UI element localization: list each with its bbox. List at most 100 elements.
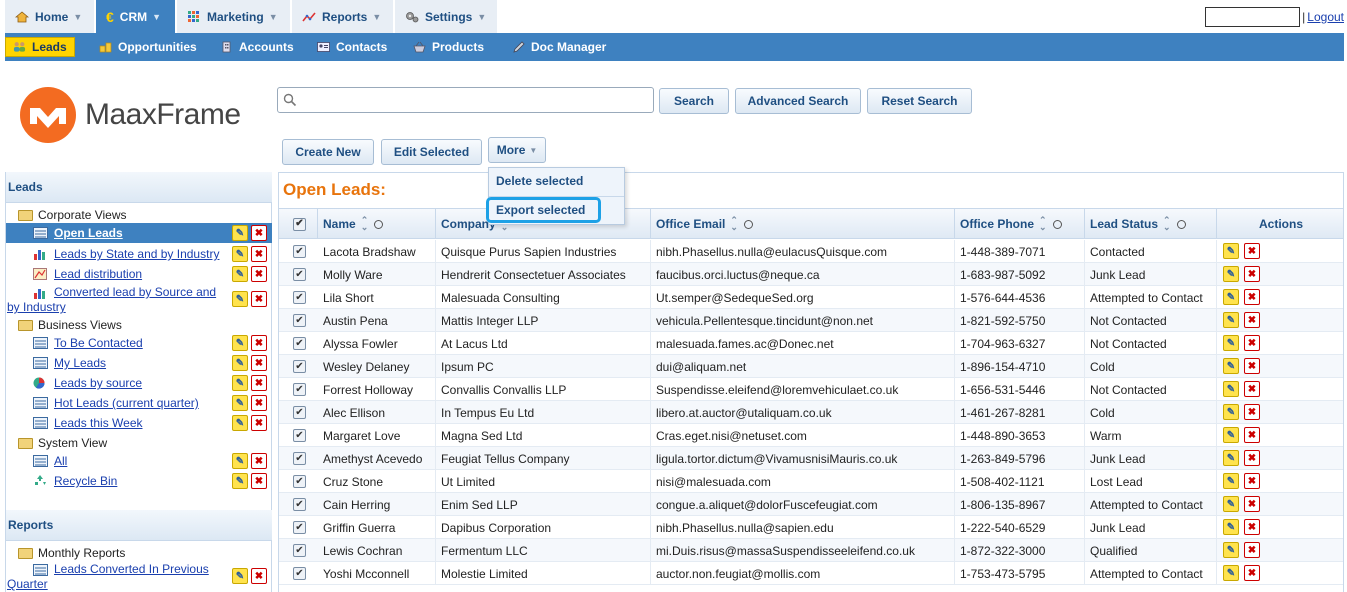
edit-icon[interactable]: ✎ xyxy=(1223,266,1239,282)
select-all-checkbox[interactable]: ✔ xyxy=(293,217,306,231)
edit-icon[interactable]: ✎ xyxy=(1223,381,1239,397)
sidebar-item-label[interactable]: My Leads xyxy=(54,356,106,370)
delete-icon[interactable]: ✖ xyxy=(1244,243,1260,259)
edit-icon[interactable]: ✎ xyxy=(232,473,248,489)
edit-icon[interactable]: ✎ xyxy=(1223,519,1239,535)
delete-icon[interactable]: ✖ xyxy=(1244,427,1260,443)
filter-search-icon[interactable] xyxy=(374,219,384,229)
row-checkbox[interactable]: ✔ xyxy=(293,337,306,350)
logout-link[interactable]: Logout xyxy=(1307,10,1344,24)
delete-icon[interactable]: ✖ xyxy=(1244,381,1260,397)
edit-icon[interactable]: ✎ xyxy=(232,335,248,351)
delete-icon[interactable]: ✖ xyxy=(251,266,267,282)
subnav-products[interactable]: Products xyxy=(406,37,491,57)
tab-marketing[interactable]: Marketing ▼ xyxy=(177,0,291,33)
sidebar-item-leads-this-week[interactable]: Leads this Week ✎ ✖ xyxy=(6,413,272,433)
edit-icon[interactable]: ✎ xyxy=(232,266,248,282)
row-checkbox[interactable]: ✔ xyxy=(293,498,306,511)
tab-settings[interactable]: Settings ▼ xyxy=(395,0,498,33)
sort-icon[interactable]: ⌃⌄ xyxy=(1163,216,1171,232)
row-checkbox[interactable]: ✔ xyxy=(293,521,306,534)
row-checkbox[interactable]: ✔ xyxy=(293,452,306,465)
table-row[interactable]: ✔ Forrest Holloway Convallis Convallis LLP… xyxy=(279,378,1343,401)
delete-icon[interactable]: ✖ xyxy=(251,473,267,489)
create-new-button[interactable]: Create New xyxy=(282,139,374,165)
tab-home[interactable]: Home ▼ xyxy=(5,0,95,33)
filter-search-icon[interactable] xyxy=(743,219,753,229)
row-checkbox[interactable]: ✔ xyxy=(293,314,306,327)
user-box[interactable] xyxy=(1205,7,1301,27)
row-checkbox[interactable]: ✔ xyxy=(293,360,306,373)
subnav-accounts[interactable]: Accounts xyxy=(213,37,301,57)
table-row[interactable]: ✔ Wesley Delaney Ipsum PC dui@aliquam.net 1-… xyxy=(279,355,1343,378)
table-row[interactable]: ✔ Lacota Bradshaw Quisque Purus Sapien Ind… xyxy=(279,240,1343,263)
delete-icon[interactable]: ✖ xyxy=(1244,358,1260,374)
edit-icon[interactable]: ✎ xyxy=(232,395,248,411)
sort-icon[interactable]: ⌃⌄ xyxy=(1039,216,1047,232)
delete-icon[interactable]: ✖ xyxy=(1244,266,1260,282)
edit-icon[interactable]: ✎ xyxy=(232,291,248,307)
row-checkbox[interactable]: ✔ xyxy=(293,383,306,396)
edit-icon[interactable]: ✎ xyxy=(1223,404,1239,420)
folder-monthly-reports[interactable]: Monthly Reports xyxy=(18,546,125,560)
edit-icon[interactable]: ✎ xyxy=(1223,427,1239,443)
sidebar-item-to-be-contacted[interactable]: To Be Contacted ✎ ✖ xyxy=(6,333,272,353)
table-row[interactable]: ✔ Austin Pena Mattis Integer LLP vehicula.P… xyxy=(279,309,1343,332)
sidebar-item-label[interactable]: Open Leads xyxy=(54,226,123,240)
row-checkbox[interactable]: ✔ xyxy=(293,406,306,419)
delete-icon[interactable]: ✖ xyxy=(251,375,267,391)
reset-search-button[interactable]: Reset Search xyxy=(867,88,972,114)
subnav-leads[interactable]: Leads xyxy=(5,37,75,57)
table-row[interactable]: ✔ Alec Ellison In Tempus Eu Ltd libero.at.a… xyxy=(279,401,1343,424)
sidebar-item-lead-distribution[interactable]: Lead distribution ✎ ✖ xyxy=(6,264,272,284)
filter-search-icon[interactable] xyxy=(1176,219,1186,229)
delete-icon[interactable]: ✖ xyxy=(1244,450,1260,466)
edit-icon[interactable]: ✎ xyxy=(232,355,248,371)
sidebar-item-label[interactable]: Leads by State and by Industry xyxy=(54,247,219,261)
edit-icon[interactable]: ✎ xyxy=(232,375,248,391)
table-row[interactable]: ✔ Cain Herring Enim Sed LLP congue.a.alique… xyxy=(279,493,1343,516)
column-header-phone[interactable]: Office Phone ⌃ ⌄ xyxy=(955,209,1085,239)
sidebar-item-label[interactable]: Leads by source xyxy=(54,376,142,390)
edit-icon[interactable]: ✎ xyxy=(1223,496,1239,512)
sidebar-item-leads-converted[interactable]: Leads Converted In Previous Quarter ✎ ✖ xyxy=(6,562,272,592)
delete-icon[interactable]: ✖ xyxy=(1244,496,1260,512)
edit-selected-button[interactable]: Edit Selected xyxy=(381,139,482,165)
row-checkbox[interactable]: ✔ xyxy=(293,245,306,258)
sidebar-item-label[interactable]: Lead distribution xyxy=(54,267,142,281)
edit-icon[interactable]: ✎ xyxy=(1223,335,1239,351)
sidebar-item-converted-lead[interactable]: Converted lead by Source and by Industry… xyxy=(6,285,272,317)
delete-icon[interactable]: ✖ xyxy=(1244,289,1260,305)
edit-icon[interactable]: ✎ xyxy=(1223,565,1239,581)
edit-icon[interactable]: ✎ xyxy=(1223,542,1239,558)
row-checkbox[interactable]: ✔ xyxy=(293,268,306,281)
sidebar-item-label[interactable]: Leads Converted In Previous Quarter xyxy=(7,562,225,592)
delete-icon[interactable]: ✖ xyxy=(1244,542,1260,558)
delete-icon[interactable]: ✖ xyxy=(251,291,267,307)
delete-icon[interactable]: ✖ xyxy=(251,355,267,371)
edit-icon[interactable]: ✎ xyxy=(1223,450,1239,466)
table-row[interactable]: ✔ Molly Ware Hendrerit Consectetuer Associ… xyxy=(279,263,1343,286)
table-row[interactable]: ✔ Cruz Stone Ut Limited nisi@malesuada.com 1… xyxy=(279,470,1343,493)
edit-icon[interactable]: ✎ xyxy=(1223,358,1239,374)
table-row[interactable]: ✔ Lila Short Malesuada Consulting Ut.semper… xyxy=(279,286,1343,309)
sidebar-item-label[interactable]: Hot Leads (current quarter) xyxy=(54,396,199,410)
folder-system-view[interactable]: System View xyxy=(18,436,107,450)
delete-icon[interactable]: ✖ xyxy=(251,568,267,584)
edit-icon[interactable]: ✎ xyxy=(232,568,248,584)
delete-icon[interactable]: ✖ xyxy=(1244,404,1260,420)
edit-icon[interactable]: ✎ xyxy=(232,246,248,262)
edit-icon[interactable]: ✎ xyxy=(1223,289,1239,305)
more-button[interactable]: More ▼ xyxy=(488,137,546,163)
filter-search-icon[interactable] xyxy=(1052,219,1062,229)
column-header-name[interactable]: Name ⌃ ⌄ xyxy=(318,209,436,239)
folder-corporate-views[interactable]: Corporate Views xyxy=(18,208,127,222)
subnav-contacts[interactable]: Contacts xyxy=(310,37,394,57)
sidebar-item-hot-leads[interactable]: Hot Leads (current quarter) ✎ ✖ xyxy=(6,393,272,413)
menu-item-delete-selected[interactable]: Delete selected xyxy=(496,171,583,191)
table-row[interactable]: ✔ Griffin Guerra Dapibus Corporation nibh.P… xyxy=(279,516,1343,539)
row-checkbox[interactable]: ✔ xyxy=(293,567,306,580)
search-button[interactable]: Search xyxy=(659,88,729,114)
delete-icon[interactable]: ✖ xyxy=(1244,335,1260,351)
edit-icon[interactable]: ✎ xyxy=(232,225,248,241)
